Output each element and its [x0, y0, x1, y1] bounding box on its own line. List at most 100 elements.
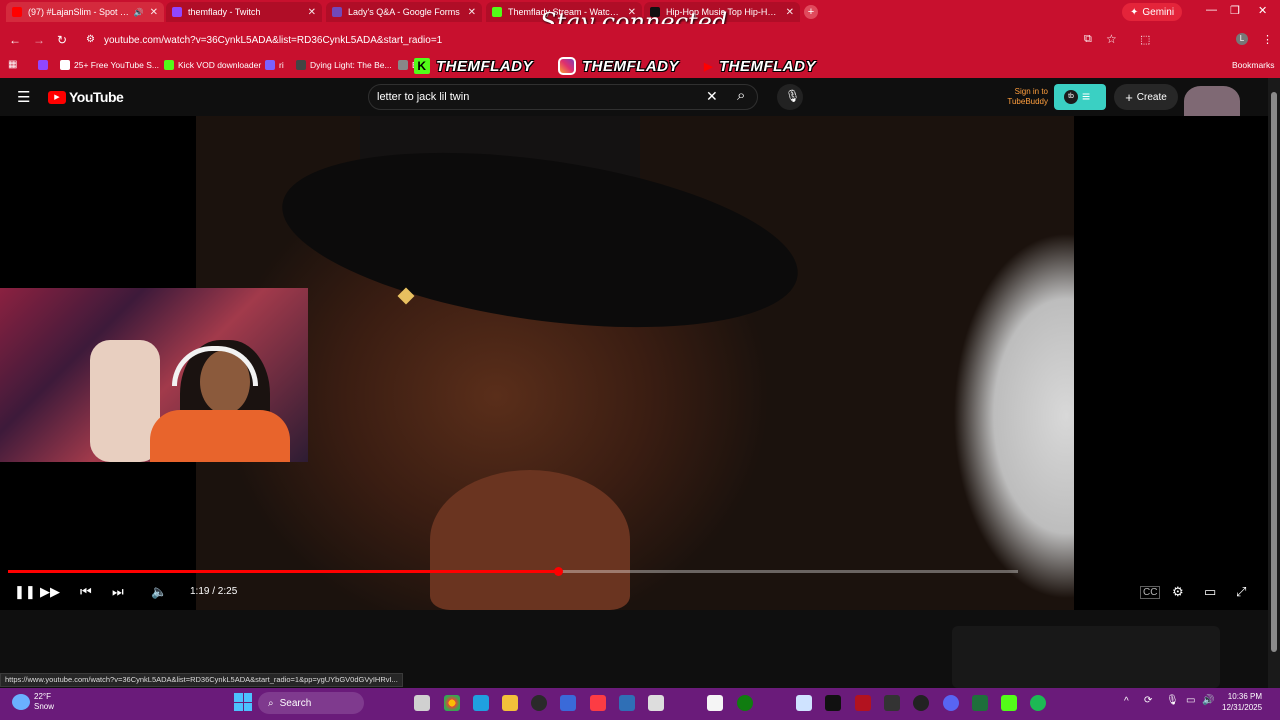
streamlabs-icon[interactable] — [913, 695, 929, 711]
search-icon[interactable]: ⌕ — [737, 87, 745, 104]
install-app-icon[interactable]: ⧉ — [1084, 33, 1092, 46]
pause-icon[interactable]: ❚❚ — [14, 584, 36, 600]
bookmark-item[interactable] — [38, 60, 48, 70]
kick-handle: K THEMFLADY — [414, 57, 533, 75]
copilot-icon[interactable] — [473, 695, 489, 711]
app-red-icon[interactable] — [855, 695, 871, 711]
clear-search-icon[interactable]: ✕ — [706, 88, 718, 105]
close-window-icon[interactable]: ✕ — [1258, 4, 1267, 17]
progress-scrubber[interactable] — [554, 567, 563, 576]
close-tab-icon[interactable]: ✕ — [468, 7, 476, 18]
theater-mode-icon[interactable]: ▭ — [1204, 584, 1216, 600]
maximize-icon[interactable]: ❐ — [1230, 4, 1240, 17]
youtube-play-icon: ▶ — [48, 90, 66, 104]
tubebuddy-signin[interactable]: Sign in to TubeBuddy — [996, 87, 1048, 107]
reload-icon[interactable]: ↻ — [57, 33, 67, 47]
chrome-icon[interactable] — [444, 695, 460, 711]
search-icon: ⌕ — [268, 697, 274, 709]
bookmark-item[interactable]: Kick VOD downloader — [164, 60, 261, 70]
search-input[interactable]: letter to jack lil twin — [377, 91, 469, 103]
weather-icon[interactable] — [12, 694, 30, 710]
file-explorer-icon[interactable] — [502, 695, 518, 711]
discord-icon[interactable] — [943, 695, 959, 711]
windows-start-icon[interactable] — [234, 693, 252, 711]
store-icon[interactable] — [560, 695, 576, 711]
instagram-icon — [558, 57, 576, 75]
captions-icon[interactable]: CC — [1140, 586, 1161, 599]
tiktok-icon[interactable] — [825, 695, 841, 711]
next-autoplay-icon[interactable]: ▶▶ — [40, 584, 60, 600]
webcam-shirt — [150, 410, 290, 462]
microphone-tray-icon[interactable]: 🎙 — [1166, 695, 1179, 706]
apps-grid-icon[interactable]: ▦ — [8, 59, 17, 70]
app-icon[interactable] — [648, 695, 664, 711]
close-tab-icon[interactable]: ✕ — [786, 7, 794, 18]
tubebuddy-icon: tb — [1064, 90, 1078, 104]
create-button[interactable]: + Create — [1114, 84, 1178, 110]
weather-widget[interactable]: 22°F Snow — [34, 692, 54, 712]
twitch-icon — [172, 7, 182, 17]
url-field[interactable]: youtube.com/watch?v=36CynkL5ADA&list=RD3… — [104, 35, 442, 46]
bookmark-favicon-icon — [398, 60, 408, 70]
bookmark-item[interactable]: Dying Light: The Be... — [296, 60, 392, 70]
obs-icon[interactable] — [531, 695, 547, 711]
progress-played — [8, 570, 558, 573]
bookmark-favicon-icon — [60, 60, 70, 70]
profile-avatar[interactable]: L — [1236, 33, 1248, 45]
fullscreen-icon[interactable]: ⤢ — [1236, 584, 1246, 600]
extensions-icon[interactable]: ⬚ — [1140, 33, 1150, 46]
close-tab-icon[interactable]: ✕ — [308, 7, 316, 18]
all-bookmarks[interactable]: Bookmarks — [1232, 60, 1275, 70]
tray-chevron-icon[interactable]: ^ — [1124, 696, 1129, 707]
volume-tray-icon[interactable]: 🔊 — [1202, 695, 1214, 706]
tab-twitch[interactable]: themflady - Twitch ✕ — [166, 2, 322, 22]
menu-dots-icon[interactable]: ⋮ — [1262, 33, 1273, 46]
speaker-icon: 🔊 — [133, 7, 144, 17]
microphone-icon: 🎙 — [785, 89, 801, 103]
bookmark-star-icon[interactable]: ☆ — [1106, 32, 1117, 46]
new-tab-button[interactable]: + — [804, 5, 818, 19]
sync-icon[interactable]: ⟳ — [1144, 695, 1152, 706]
gemini-button[interactable]: ✦ Gemini — [1122, 3, 1183, 21]
forward-icon[interactable]: → — [33, 33, 45, 47]
plus-icon: + — [1125, 89, 1133, 105]
bookmark-item[interactable]: ri — [265, 60, 284, 70]
settings-gear-icon[interactable]: ⚙ — [1172, 584, 1184, 600]
volume-icon[interactable]: 🔈 — [151, 584, 167, 600]
spotify-icon[interactable] — [1030, 695, 1046, 711]
bookmark-item[interactable]: 25+ Free YouTube S... — [60, 60, 159, 70]
tab-google-forms[interactable]: Lady's Q&A - Google Forms ✕ — [326, 2, 482, 22]
previous-icon[interactable]: ⏮ — [80, 584, 92, 600]
back-icon[interactable]: ← — [9, 33, 21, 47]
windows-taskbar — [0, 688, 1280, 720]
excel-icon[interactable] — [972, 695, 988, 711]
menu-lines-icon: ≡ — [1082, 88, 1091, 104]
notepad-icon[interactable] — [707, 695, 723, 711]
youtube-logo[interactable]: ▶ YouTube — [48, 89, 124, 105]
next-icon[interactable]: ⏭ — [112, 584, 124, 600]
mail-icon[interactable] — [619, 695, 635, 711]
minimize-icon[interactable]: — — [1206, 4, 1217, 16]
kick-icon — [492, 7, 502, 17]
task-view-icon[interactable] — [414, 695, 430, 711]
app-dark-icon[interactable] — [884, 695, 900, 711]
scrollbar-thumb[interactable] — [1271, 92, 1277, 652]
taskbar-search[interactable]: ⌕ Search — [258, 692, 364, 714]
music-icon[interactable] — [590, 695, 606, 711]
bookmark-favicon-icon — [164, 60, 174, 70]
xbox-icon[interactable] — [737, 695, 753, 711]
taskbar-clock[interactable]: 10:36 PM 12/31/2025 — [1222, 691, 1262, 713]
kick-icon: K — [414, 58, 430, 74]
google-forms-icon — [332, 7, 342, 17]
kick-app-icon[interactable] — [1001, 695, 1017, 711]
close-tab-icon[interactable]: ✕ — [150, 7, 158, 18]
bookmark-favicon-icon — [38, 60, 48, 70]
ccleaner-icon[interactable] — [796, 695, 812, 711]
voice-search-button[interactable]: 🎙 — [777, 84, 803, 110]
tab-youtube[interactable]: (97) #LajanSlim - Spot To Hi 🔊 ✕ — [6, 2, 164, 22]
site-info-icon[interactable]: ⚙ — [86, 34, 95, 45]
monitor-icon[interactable]: ▭ — [1186, 695, 1195, 706]
tubebuddy-button[interactable]: tb ≡ — [1054, 84, 1106, 110]
video-hand — [430, 470, 630, 610]
hamburger-menu-icon[interactable]: ☰ — [17, 88, 30, 106]
